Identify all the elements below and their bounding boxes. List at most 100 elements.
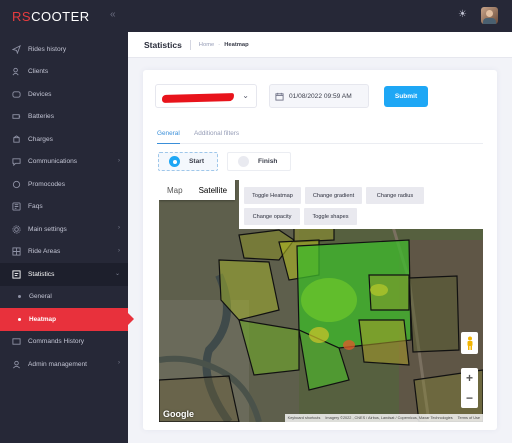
terminal-icon bbox=[10, 337, 22, 347]
change-radius-button[interactable]: Change radius bbox=[366, 187, 424, 204]
sidebar-item-label: Clients bbox=[28, 68, 49, 76]
terms-of-use-link[interactable]: Terms of Use bbox=[458, 416, 480, 420]
sidebar-item-label: Promocodes bbox=[28, 180, 66, 188]
sidebar-item-label: Admin management bbox=[28, 360, 88, 368]
sidebar-item-label: Devices bbox=[28, 90, 52, 98]
device-icon bbox=[10, 89, 22, 99]
help-icon bbox=[10, 202, 22, 212]
heatmap-controls: Toggle Heatmap Change gradient Change ra… bbox=[239, 180, 483, 229]
map-attribution: Keyboard shortcuts Imagery ©2022 , CNES … bbox=[284, 414, 483, 422]
toggle-shapes-button[interactable]: Toggle shapes bbox=[304, 208, 357, 225]
sidebar-item-faqs[interactable]: Faqs bbox=[0, 196, 128, 219]
sidebar-item-label: Faqs bbox=[28, 203, 43, 211]
sidebar-item-batteries[interactable]: Batteries bbox=[0, 106, 128, 129]
zoom-in-button[interactable]: + bbox=[461, 368, 478, 388]
sidebar-item-rides-history[interactable]: Rides history bbox=[0, 38, 128, 61]
sidebar-item-devices[interactable]: Devices bbox=[0, 83, 128, 106]
chevron-down-icon: ⌄ bbox=[114, 271, 120, 277]
sidebar-item-promocodes[interactable]: Promocodes bbox=[0, 173, 128, 196]
gear-icon bbox=[10, 224, 22, 234]
bullet-icon bbox=[18, 317, 21, 321]
heatmap-map[interactable]: Map Satellite Toggle Heatmap Change grad… bbox=[159, 180, 483, 422]
battery-icon bbox=[10, 112, 22, 122]
breadcrumb-current: Heatmap bbox=[224, 41, 249, 48]
sidebar-item-label: Batteries bbox=[28, 113, 55, 121]
scooter-select[interactable]: ⌄ bbox=[155, 84, 257, 108]
heatmap-card: ⌄ 01/08/2022 09:59 AM Submit General Add… bbox=[143, 70, 497, 430]
sidebar-subitem-label: Heatmap bbox=[29, 315, 56, 323]
start-label: Start bbox=[189, 158, 205, 165]
area-icon bbox=[10, 247, 22, 257]
breadcrumb-separator: - bbox=[218, 41, 221, 48]
radio-unselected-icon bbox=[238, 156, 249, 167]
sidebar-item-label: Rides history bbox=[28, 45, 67, 53]
tab-additional-filters[interactable]: Additional filters bbox=[194, 130, 239, 137]
sidebar-item-label: Charges bbox=[28, 135, 53, 143]
avatar[interactable] bbox=[481, 7, 498, 24]
send-icon bbox=[10, 44, 22, 54]
tag-icon bbox=[10, 179, 22, 189]
tab-general[interactable]: General bbox=[157, 130, 180, 144]
subheader: Statistics Home - Heatmap bbox=[128, 32, 512, 58]
sidebar-item-clients[interactable]: Clients bbox=[0, 61, 128, 84]
divider bbox=[189, 39, 191, 50]
sidebar-item-communications[interactable]: Communications › bbox=[0, 151, 128, 174]
change-gradient-button[interactable]: Change gradient bbox=[305, 187, 362, 204]
sidebar-item-label: Main settings bbox=[28, 225, 67, 233]
sidebar-item-label: Ride Areas bbox=[28, 248, 61, 256]
topbar: ☀ bbox=[128, 0, 512, 32]
tab-bar: General Additional filters bbox=[157, 128, 483, 144]
radio-selected-icon bbox=[169, 156, 180, 167]
calendar-icon bbox=[275, 92, 284, 101]
sidebar-item-label: Commands History bbox=[28, 338, 85, 346]
chart-icon bbox=[10, 269, 22, 279]
google-logo[interactable]: Google bbox=[163, 409, 194, 419]
change-opacity-button[interactable]: Change opacity bbox=[244, 208, 300, 225]
sidebar-item-ride-areas[interactable]: Ride Areas › bbox=[0, 241, 128, 264]
logo[interactable]: RSCOOTER bbox=[12, 9, 90, 24]
zoom-out-button[interactable]: − bbox=[461, 388, 478, 408]
imagery-credit: Imagery ©2022 , CNES / Airbus, Landsat /… bbox=[325, 416, 453, 420]
finish-option[interactable]: Finish bbox=[227, 152, 291, 171]
finish-label: Finish bbox=[258, 158, 278, 165]
charge-icon bbox=[10, 134, 22, 144]
users-icon bbox=[10, 67, 22, 77]
sidebar-item-charges[interactable]: Charges bbox=[0, 128, 128, 151]
datetime-value: 01/08/2022 09:59 AM bbox=[289, 92, 352, 100]
sidebar-item-statistics[interactable]: Statistics ⌄ bbox=[0, 263, 128, 286]
keyboard-shortcuts-link[interactable]: Keyboard shortcuts bbox=[288, 416, 321, 420]
sidebar-subitem-label: General bbox=[29, 293, 52, 301]
brand[interactable]: RSCOOTER bbox=[0, 0, 128, 32]
theme-toggle-icon[interactable]: ☀ bbox=[458, 9, 467, 20]
sidebar-subitem-general[interactable]: General bbox=[0, 286, 128, 309]
sidebar-item-admin-management[interactable]: Admin management › bbox=[0, 353, 128, 376]
page-title: Statistics bbox=[144, 39, 182, 50]
sidebar-subitem-heatmap[interactable]: Heatmap bbox=[0, 308, 134, 331]
toggle-heatmap-button[interactable]: Toggle Heatmap bbox=[244, 187, 301, 204]
collapse-sidebar-icon[interactable]: « bbox=[110, 9, 116, 20]
start-option[interactable]: Start bbox=[158, 152, 218, 171]
submit-button[interactable]: Submit bbox=[384, 86, 428, 107]
chevron-right-icon: › bbox=[118, 247, 120, 254]
map-type-control: Map Satellite bbox=[159, 180, 236, 200]
bullet-icon bbox=[18, 295, 21, 299]
sidebar: RSCOOTER « Rides history Clients Devices… bbox=[0, 0, 134, 443]
admin-icon bbox=[10, 359, 22, 369]
sidebar-item-label: Statistics bbox=[28, 270, 55, 278]
chevron-right-icon: › bbox=[118, 225, 120, 231]
street-view-pegman-icon[interactable] bbox=[461, 332, 478, 354]
sidebar-item-commands-history[interactable]: Commands History bbox=[0, 331, 128, 354]
sidebar-item-main-settings[interactable]: Main settings › bbox=[0, 218, 128, 241]
chevron-right-icon: › bbox=[118, 360, 120, 366]
zoom-control: + − bbox=[461, 368, 478, 408]
chevron-right-icon: › bbox=[118, 157, 120, 164]
map-type-map[interactable]: Map bbox=[159, 180, 191, 200]
map-type-satellite[interactable]: Satellite bbox=[191, 180, 235, 200]
sidebar-item-label: Communications bbox=[28, 158, 78, 166]
chevron-down-icon: ⌄ bbox=[242, 91, 249, 100]
redacted-value bbox=[161, 93, 235, 103]
datetime-field[interactable]: 01/08/2022 09:59 AM bbox=[269, 84, 369, 108]
sidebar-menu: Rides history Clients Devices Batteries … bbox=[0, 38, 134, 376]
breadcrumb-home[interactable]: Home bbox=[199, 42, 214, 48]
chat-icon bbox=[10, 157, 22, 167]
